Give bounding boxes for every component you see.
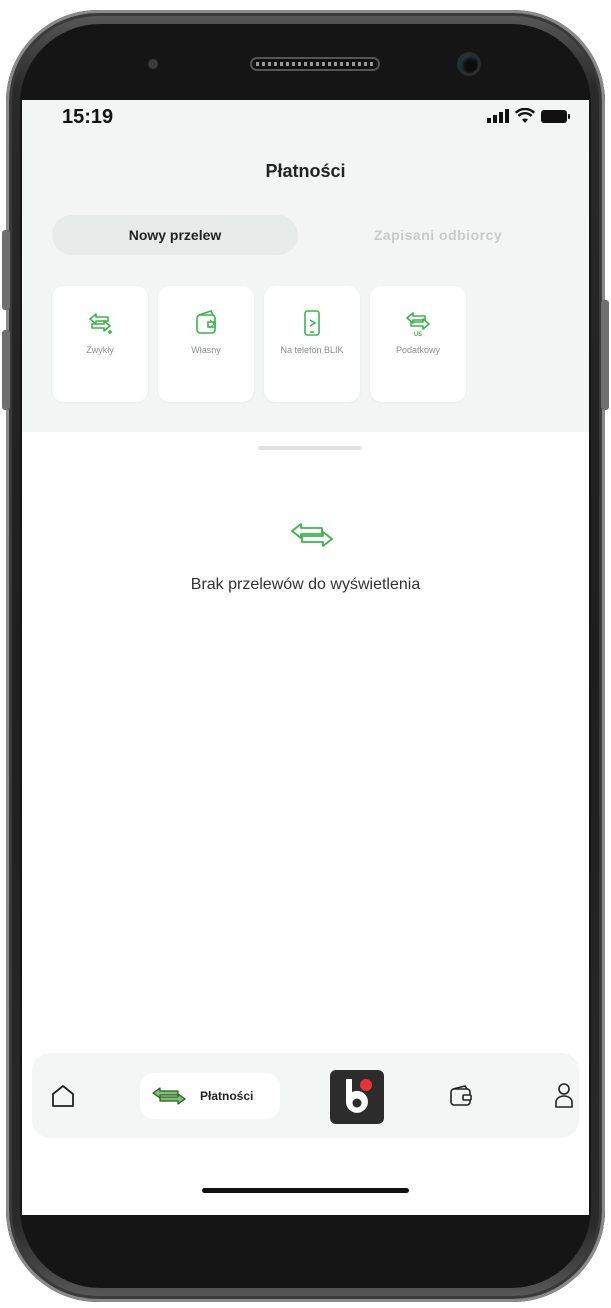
tile-own-transfer[interactable]: Własny <box>158 286 254 402</box>
blik-logo <box>345 1079 372 1113</box>
payments-tabs: Nowy przelew Zapisani odbiorcy <box>52 215 562 255</box>
phone-icon <box>304 310 320 336</box>
tab-new-transfer[interactable]: Nowy przelew <box>52 215 298 255</box>
nav-payments-label: Płatności <box>200 1089 254 1103</box>
tile-label: Na telefon BLIK <box>280 345 344 355</box>
empty-state-message: Brak przelewów do wyświetlenia <box>190 576 421 593</box>
transfer-arrows-icon <box>89 313 112 334</box>
signal-icon <box>487 109 509 123</box>
tile-tax-transfer[interactable]: US Podatkowy <box>370 286 466 402</box>
home-icon[interactable] <box>50 1083 76 1109</box>
status-bar: 15:19 <box>22 100 589 134</box>
tax-transfer-icon: US <box>406 312 430 338</box>
tile-label: Podatkowy <box>395 345 441 355</box>
app-screen: 15:19 Płatności Nowy przelew Zapisani od… <box>22 100 589 1215</box>
transfer-type-tiles: Zwykły Własny Na telefon BLIK US Podatko… <box>52 286 466 402</box>
proximity-sensor <box>148 59 158 69</box>
home-indicator[interactable] <box>202 1188 409 1193</box>
profile-icon[interactable] <box>554 1081 574 1109</box>
earpiece-speaker <box>250 57 380 71</box>
wifi-icon <box>515 108 535 123</box>
phone-power-button <box>601 300 609 410</box>
page-title: Płatności <box>265 161 346 181</box>
svg-text:US: US <box>414 332 422 338</box>
status-icons <box>487 108 570 124</box>
tile-label: Zwykły <box>86 345 114 355</box>
phone-volume-button <box>2 330 10 410</box>
tab-saved-recipients[interactable]: Zapisani odbiorcy <box>314 215 562 255</box>
battery-icon <box>541 109 570 123</box>
transfer-arrows-icon <box>291 523 333 547</box>
status-time: 15:19 <box>62 106 114 128</box>
blik-button[interactable] <box>330 1070 384 1124</box>
tile-blik-phone-transfer[interactable]: Na telefon BLIK <box>264 286 360 402</box>
wallet-icon[interactable] <box>449 1085 473 1107</box>
nav-payments[interactable]: Płatności <box>140 1073 280 1119</box>
sheet-drag-handle[interactable] <box>258 446 362 450</box>
tile-label: Własny <box>191 345 221 355</box>
bottom-navigation: Płatności <box>32 1053 579 1138</box>
transfer-arrows-icon <box>152 1087 186 1105</box>
wallet-icon <box>196 310 216 334</box>
phone-volume-button <box>2 230 10 310</box>
tile-regular-transfer[interactable]: Zwykły <box>52 286 148 402</box>
front-camera <box>460 55 478 73</box>
